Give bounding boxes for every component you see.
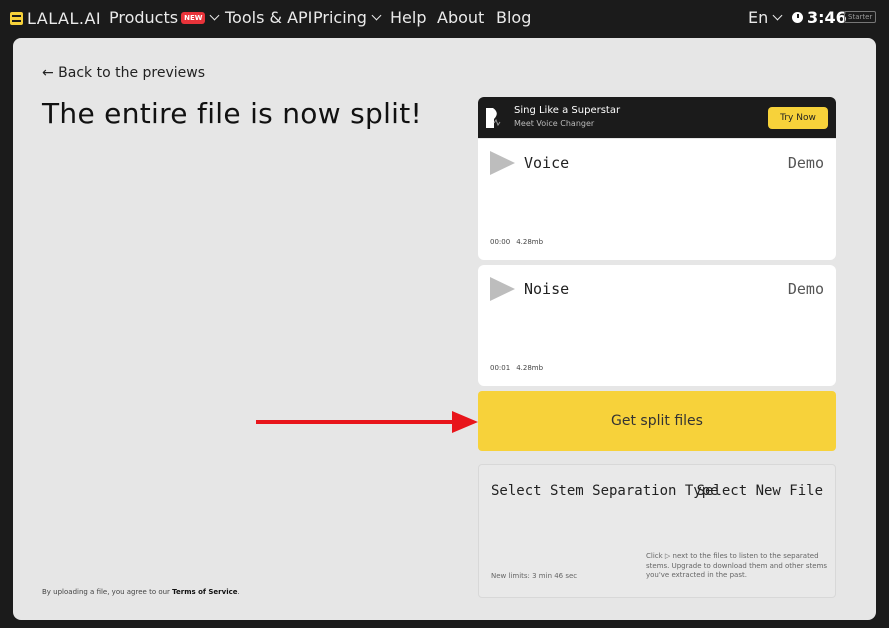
logo[interactable]: LALAL.AI	[10, 9, 101, 28]
timer-value: 3:46	[807, 8, 847, 27]
nav-products-label: Products	[109, 8, 179, 27]
lalal-logo-icon	[10, 12, 23, 25]
chevron-down-icon	[371, 10, 382, 21]
get-split-files-button[interactable]: Get split files	[478, 391, 836, 451]
clock-icon	[792, 12, 803, 23]
stem-card-voice: Voice Demo 00:00 4.28mb	[478, 139, 836, 260]
new-limits-text: New limits: 3 min 46 sec	[491, 572, 578, 580]
try-now-button[interactable]: Try Now	[768, 107, 828, 129]
nav-blog[interactable]: Blog	[496, 8, 531, 27]
stem-card-noise: Noise Demo 00:01 4.28mb	[478, 265, 836, 386]
listen-hint-text: Click ▷ next to the files to listen to t…	[646, 552, 828, 579]
nav-blog-label: Blog	[496, 8, 532, 27]
nav-pricing[interactable]: Pricing	[313, 8, 382, 27]
stem-name: Voice	[524, 154, 570, 172]
terms-of-service-link[interactable]: Terms of Service	[172, 588, 237, 596]
promo-subtitle: Meet Voice Changer	[514, 119, 595, 128]
logo-text: LALAL.AI	[27, 9, 102, 28]
nav-help-label: Help	[390, 8, 427, 27]
stem-name: Noise	[524, 280, 570, 298]
nav-about[interactable]: About	[437, 8, 484, 27]
stem-time: 00:00	[490, 238, 511, 246]
terms-notice: By uploading a file, you agree to our Te…	[42, 588, 240, 596]
back-to-previews-link[interactable]: ← Back to the previews	[42, 65, 205, 81]
voice-changer-icon	[486, 108, 501, 128]
nav-tools-label: Tools & API	[225, 8, 313, 27]
page-title: The entire file is now split!	[42, 97, 423, 130]
main-panel: ← Back to the previews The entire file i…	[13, 38, 876, 620]
nav-tools-api[interactable]: Tools & API	[225, 8, 312, 27]
promo-title: Sing Like a Superstar	[514, 105, 621, 116]
next-actions-card: Select Stem Separation Type Select New F…	[478, 464, 836, 598]
select-stem-type-link[interactable]: Select Stem Separation Type	[491, 483, 719, 499]
terms-suffix: .	[237, 588, 240, 596]
minutes-remaining: 3:46	[792, 8, 847, 27]
demo-label: Demo	[787, 154, 824, 172]
new-badge: NEW	[181, 11, 206, 24]
terms-prefix: By uploading a file, you agree to our	[42, 588, 173, 596]
red-arrow-icon	[256, 411, 478, 433]
stem-meta: 00:00 4.28mb	[490, 238, 543, 246]
demo-label: Demo	[787, 280, 824, 298]
chevron-down-icon	[210, 10, 220, 21]
stem-size: 4.28mb	[516, 364, 544, 372]
nav-about-label: About	[437, 8, 485, 27]
stem-meta: 00:01 4.28mb	[490, 364, 543, 372]
play-icon[interactable]	[490, 151, 515, 175]
nav-products[interactable]: Products NEW	[109, 8, 220, 27]
language-label: En	[748, 8, 769, 27]
voice-changer-promo: Sing Like a Superstar Meet Voice Changer…	[478, 97, 836, 138]
chevron-down-icon	[772, 10, 783, 21]
stem-size: 4.28mb	[516, 238, 544, 246]
play-icon[interactable]	[490, 277, 515, 301]
nav-help[interactable]: Help	[390, 8, 426, 27]
nav-pricing-label: Pricing	[313, 8, 367, 27]
select-new-file-link[interactable]: Select New File	[697, 483, 823, 499]
top-nav: LALAL.AI Products NEW Tools & API Pricin…	[0, 0, 889, 36]
language-select[interactable]: En	[748, 8, 783, 27]
stem-time: 00:01	[490, 364, 511, 372]
plan-badge: Starter	[844, 11, 877, 23]
